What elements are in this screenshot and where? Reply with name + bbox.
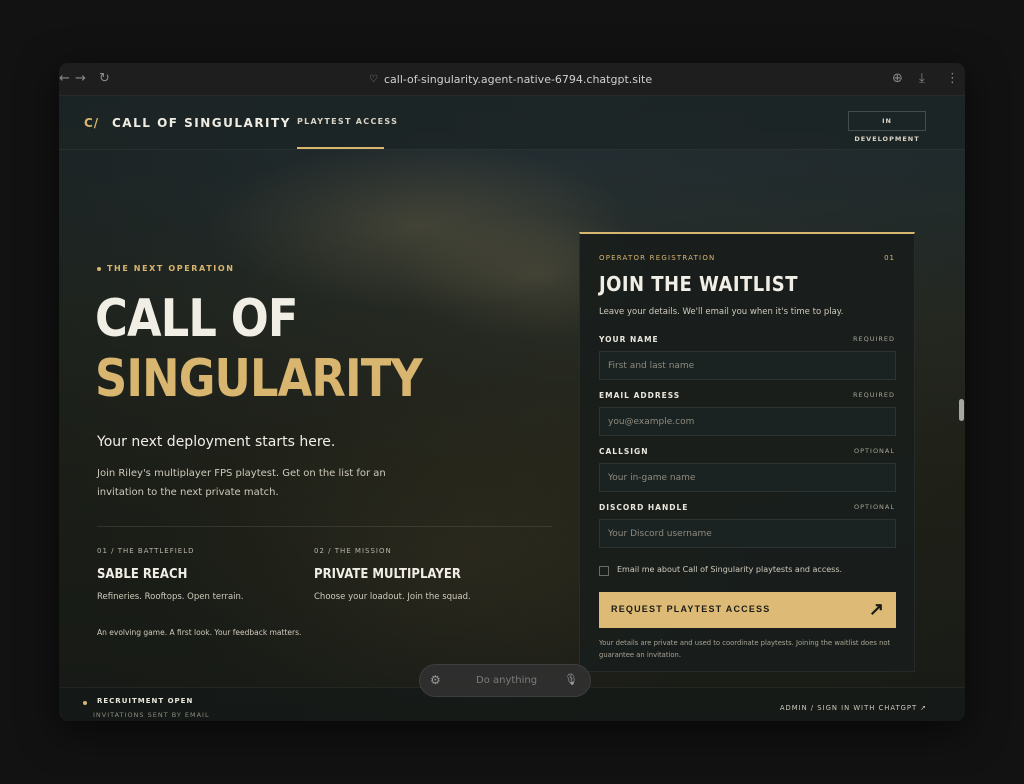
new-tab-icon[interactable]: ⊕ (892, 72, 903, 86)
callsign-label: CALLSIGN (599, 447, 649, 456)
download-icon[interactable]: ⤓ (919, 72, 925, 86)
hero-note: An evolving game. A first look. Your fee… (97, 628, 302, 637)
request-access-button[interactable]: REQUEST PLAYTEST ACCESS ↗ (599, 592, 896, 628)
feature-title: SABLE REACH (97, 567, 188, 582)
arrow-up-right-icon: ↗ (868, 599, 884, 619)
hero-description: Join Riley's multiplayer FPS playtest. G… (97, 468, 386, 498)
divider (97, 526, 552, 527)
recruitment-sub: INVITATIONS SENT BY EMAIL (93, 711, 210, 719)
sparkle-icon[interactable]: ⚙ (430, 673, 441, 687)
email-optin-label[interactable]: Email me about Call of Singularity playt… (617, 565, 842, 574)
hero-eyebrow: THE NEXT OPERATION (97, 264, 235, 273)
form-subtitle: Leave your details. We'll email you when… (599, 307, 844, 317)
recruitment-status: RECRUITMENT OPEN (97, 697, 194, 705)
command-bar[interactable]: ⚙ Do anything 🎙 (419, 664, 591, 697)
browser-toolbar: ← → ↻ ♡ call-of-singularity.agent-native… (59, 63, 965, 96)
browser-window: ← → ↻ ♡ call-of-singularity.agent-native… (59, 63, 965, 721)
hero-title-line2: SINGULARITY (95, 349, 423, 409)
status-badge: IN DEVELOPMENT (848, 111, 926, 143)
hero-title-line1: CALL OF (95, 289, 298, 349)
forward-icon[interactable]: → (75, 72, 86, 86)
reload-icon[interactable]: ↻ (99, 72, 110, 86)
command-input[interactable]: Do anything (476, 675, 537, 686)
address-bar[interactable]: ♡ call-of-singularity.agent-native-6794.… (369, 72, 652, 86)
optional-tag: OPTIONAL (854, 503, 895, 511)
form-kicker: OPERATOR REGISTRATION (599, 254, 716, 262)
nav-playtest-access[interactable]: PLAYTEST ACCESS (297, 117, 398, 126)
hero-tagline: Your next deployment starts here. (97, 434, 336, 450)
required-tag: REQUIRED (852, 391, 895, 399)
admin-sign-in-link[interactable]: ADMIN / SIGN IN WITH CHATGPT ↗ (780, 704, 927, 712)
page: C/ CALL OF SINGULARITY PLAYTEST ACCESS I… (59, 96, 965, 721)
feature-kicker: 02 / THE MISSION (314, 547, 392, 555)
logo-mark[interactable]: C/ (84, 116, 99, 130)
back-icon[interactable]: ← (59, 72, 70, 86)
form-title: JOIN THE WAITLIST (599, 272, 798, 296)
privacy-note: Your details are private and used to coo… (599, 639, 891, 659)
scrollbar-thumb[interactable] (959, 399, 964, 421)
name-label: YOUR NAME (599, 335, 659, 344)
feature-desc: Choose your loadout. Join the squad. (314, 592, 471, 602)
waitlist-form: OPERATOR REGISTRATION 01 JOIN THE WAITLI… (579, 232, 915, 672)
discord-input[interactable] (599, 519, 896, 548)
hero-eyebrow-text: THE NEXT OPERATION (107, 264, 235, 273)
dot-icon (97, 266, 101, 271)
feature-desc: Refineries. Rooftops. Open terrain. (97, 592, 244, 602)
brand-name[interactable]: CALL OF SINGULARITY (112, 116, 291, 130)
request-access-label: REQUEST PLAYTEST ACCESS (611, 604, 771, 614)
microphone-icon[interactable]: 🎙 (564, 673, 578, 686)
feature-title: PRIVATE MULTIPLAYER (314, 567, 461, 582)
name-input[interactable] (599, 351, 896, 380)
url-text: call-of-singularity.agent-native-6794.ch… (383, 72, 653, 86)
site-info-icon[interactable]: ♡ (369, 74, 378, 85)
discord-label: DISCORD HANDLE (599, 503, 689, 512)
feature-kicker: 01 / THE BATTLEFIELD (97, 547, 195, 555)
menu-icon[interactable]: ⋮ (946, 72, 959, 86)
status-dot-icon (83, 701, 87, 705)
form-step-number: 01 (884, 254, 895, 262)
site-header: C/ CALL OF SINGULARITY PLAYTEST ACCESS I… (59, 96, 965, 150)
optional-tag: OPTIONAL (854, 447, 895, 455)
required-tag: REQUIRED (852, 335, 895, 343)
email-input[interactable] (599, 407, 896, 436)
email-optin-checkbox[interactable] (599, 566, 609, 576)
email-label: EMAIL ADDRESS (599, 391, 681, 400)
nav-active-indicator (297, 147, 384, 149)
callsign-input[interactable] (599, 463, 896, 492)
